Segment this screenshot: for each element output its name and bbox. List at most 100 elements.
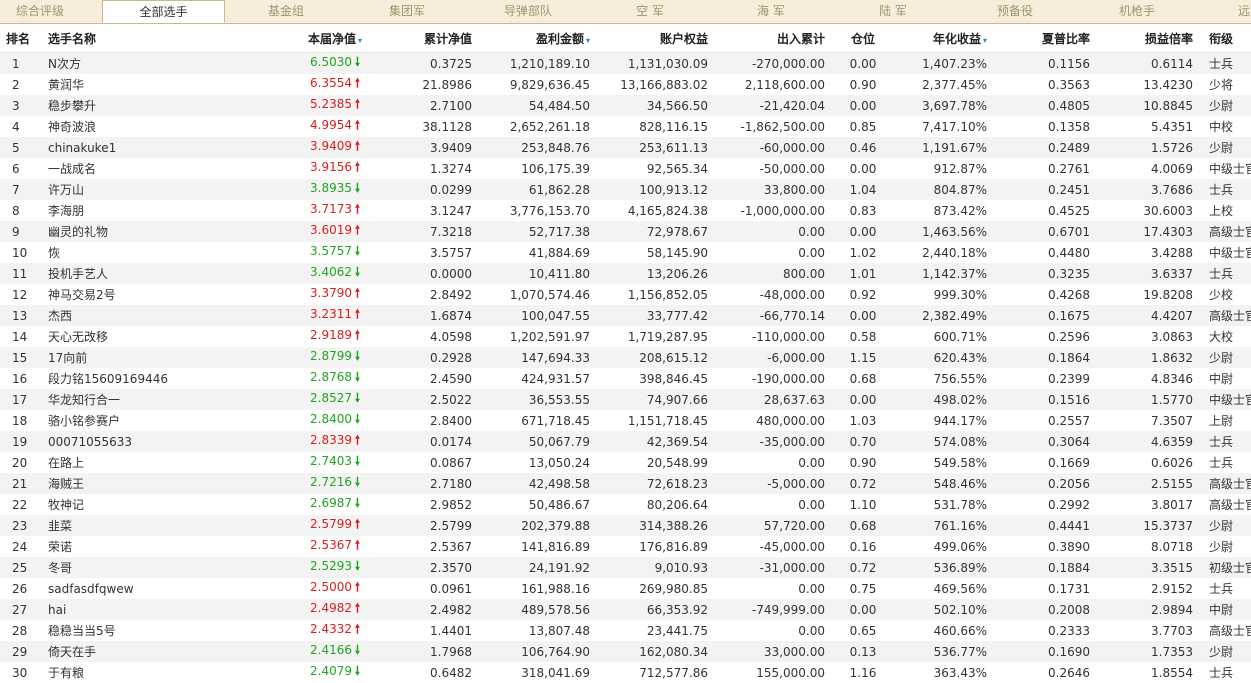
cum-nav-cell: 1.4401 <box>370 620 480 641</box>
tab-overall-rating[interactable]: 综合评级 <box>0 0 80 23</box>
nav-value: 3.4062 <box>310 265 352 279</box>
player-name-link[interactable]: 杰西 <box>40 305 228 326</box>
tab-all-players[interactable]: 全部选手 <box>102 0 225 23</box>
position-cell: 1.02 <box>833 242 893 263</box>
position-cell: 0.58 <box>833 326 893 347</box>
table-row: 3稳步攀升5.2385🠕2.710054,484.5034,566.50-21,… <box>0 95 1251 116</box>
sharpe-cell: 0.3235 <box>995 263 1098 284</box>
player-name-link[interactable]: chinakuke1 <box>40 137 228 158</box>
col-nav[interactable]: 本届净值▾ <box>228 24 370 53</box>
position-cell: 1.04 <box>833 179 893 200</box>
equity-cell: 72,618.23 <box>598 473 716 494</box>
inout-cell: -48,000.00 <box>716 284 833 305</box>
col-position[interactable]: 仓位 <box>833 24 893 53</box>
rank-title-cell: 高级士官 <box>1201 494 1251 515</box>
profit-cell: 13,807.48 <box>480 620 598 641</box>
rank-title-cell: 高级士官 <box>1201 473 1251 494</box>
player-name-link[interactable]: 韭菜 <box>40 515 228 536</box>
table-row: 10恢3.5757🠗3.575741,884.6958,145.900.001.… <box>0 242 1251 263</box>
player-name-link[interactable]: N次方 <box>40 53 228 75</box>
player-name-link[interactable]: 一战成名 <box>40 158 228 179</box>
col-cum-nav[interactable]: 累计净值 <box>370 24 480 53</box>
pl-ratio-cell: 30.6003 <box>1098 200 1201 221</box>
nav-cell: 2.8339🠕 <box>228 431 370 452</box>
col-rank[interactable]: 排名 <box>0 24 40 53</box>
player-name-link[interactable]: 神奇波浪 <box>40 116 228 137</box>
col-pl-ratio[interactable]: 损益倍率 <box>1098 24 1201 53</box>
sharpe-cell: 0.4441 <box>995 515 1098 536</box>
col-sharpe[interactable]: 夏普比率 <box>995 24 1098 53</box>
nav-cell: 2.9189🠕 <box>228 326 370 347</box>
tab-air-force[interactable]: 空 军 <box>590 0 710 23</box>
player-name-link[interactable]: 倚天在手 <box>40 641 228 662</box>
col-annual[interactable]: 年化收益▾ <box>893 24 995 53</box>
cum-nav-cell: 2.5367 <box>370 536 480 557</box>
player-name-link[interactable]: 海贼王 <box>40 473 228 494</box>
tab-group-army[interactable]: 集团军 <box>347 0 467 23</box>
tab-army[interactable]: 陆 军 <box>833 0 953 23</box>
tab-navy[interactable]: 海 军 <box>711 0 831 23</box>
tab-overflow[interactable]: 远 <box>1238 0 1251 23</box>
nav-cell: 2.5293🠗 <box>228 557 370 578</box>
player-name-link[interactable]: 荣诺 <box>40 536 228 557</box>
player-name-link[interactable]: 冬哥 <box>40 557 228 578</box>
sort-desc-icon[interactable]: ▾ <box>358 36 362 45</box>
player-name-link[interactable]: 恢 <box>40 242 228 263</box>
pl-ratio-cell: 1.7353 <box>1098 641 1201 662</box>
player-name-link[interactable]: 许万山 <box>40 179 228 200</box>
table-row: 19000710556332.8339🠕0.017450,067.7942,36… <box>0 431 1251 452</box>
nav-value: 3.9156 <box>310 160 352 174</box>
player-name-link[interactable]: 华龙知行合一 <box>40 389 228 410</box>
col-inout[interactable]: 出入累计 <box>716 24 833 53</box>
profit-cell: 147,694.33 <box>480 347 598 368</box>
player-name-link[interactable]: sadfasdfqwew <box>40 578 228 599</box>
tab-machine-gunner[interactable]: 机枪手 <box>1077 0 1197 23</box>
player-name-link[interactable]: 黄润华 <box>40 74 228 95</box>
inout-cell: -45,000.00 <box>716 536 833 557</box>
col-profit[interactable]: 盈利金额▾ <box>480 24 598 53</box>
position-cell: 0.16 <box>833 536 893 557</box>
rank-title-cell: 少将 <box>1201 74 1251 95</box>
player-name-link[interactable]: 牧神记 <box>40 494 228 515</box>
nav-value: 6.5030 <box>310 55 352 69</box>
player-name-link[interactable]: hai <box>40 599 228 620</box>
position-cell: 0.92 <box>833 284 893 305</box>
pl-ratio-cell: 2.5155 <box>1098 473 1201 494</box>
player-name-link[interactable]: 稳稳当当5号 <box>40 620 228 641</box>
player-name-link[interactable]: 00071055633 <box>40 431 228 452</box>
player-name-link[interactable]: 神马交易2号 <box>40 284 228 305</box>
position-cell: 0.13 <box>833 641 893 662</box>
player-name-link[interactable]: 天心无改移 <box>40 326 228 347</box>
player-name-link[interactable]: 段力铭15609169446 <box>40 368 228 389</box>
col-equity[interactable]: 账户权益 <box>598 24 716 53</box>
player-name-link[interactable]: 17向前 <box>40 347 228 368</box>
player-name-link[interactable]: 在路上 <box>40 452 228 473</box>
nav-value: 3.6019 <box>310 223 352 237</box>
col-name[interactable]: 选手名称 <box>40 24 228 53</box>
nav-value: 2.9189 <box>310 328 352 342</box>
pl-ratio-cell: 3.4288 <box>1098 242 1201 263</box>
position-cell: 1.03 <box>833 410 893 431</box>
position-cell: 0.90 <box>833 74 893 95</box>
table-row: 21海贼王2.7216🠗2.718042,498.5872,618.23-5,0… <box>0 473 1251 494</box>
tab-missile-force[interactable]: 导弹部队 <box>468 0 588 23</box>
profit-cell: 2,652,261.18 <box>480 116 598 137</box>
tab-reserve[interactable]: 预备役 <box>955 0 1075 23</box>
player-name-link[interactable]: 投机手艺人 <box>40 263 228 284</box>
sharpe-cell: 0.1358 <box>995 116 1098 137</box>
player-name-link[interactable]: 稳步攀升 <box>40 95 228 116</box>
col-nav-label: 本届净值 <box>308 32 356 46</box>
cum-nav-cell: 3.5757 <box>370 242 480 263</box>
col-title[interactable]: 衔级 <box>1201 24 1251 53</box>
cum-nav-cell: 2.5799 <box>370 515 480 536</box>
sort-desc-icon[interactable]: ▾ <box>586 36 590 45</box>
nav-cell: 2.5367🠕 <box>228 536 370 557</box>
player-name-link[interactable]: 骆小铭参赛户 <box>40 410 228 431</box>
annual-cell: 873.42% <box>893 200 995 221</box>
nav-cell: 2.8768🠗 <box>228 368 370 389</box>
player-name-link[interactable]: 李海朋 <box>40 200 228 221</box>
sort-desc-icon[interactable]: ▾ <box>983 36 987 45</box>
rank-title-cell: 高级士官 <box>1201 221 1251 242</box>
player-name-link[interactable]: 幽灵的礼物 <box>40 221 228 242</box>
tab-fund-group[interactable]: 基金组 <box>226 0 346 23</box>
